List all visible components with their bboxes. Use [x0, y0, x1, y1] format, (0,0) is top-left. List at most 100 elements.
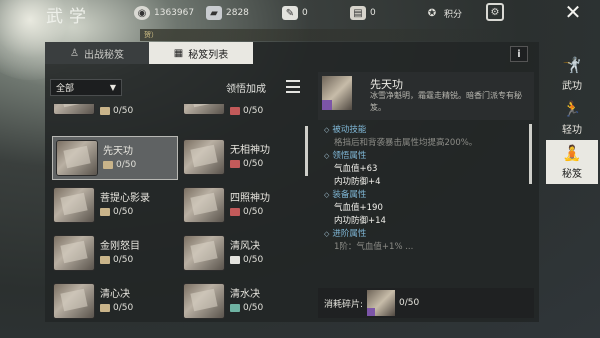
- manual-name: 菩提心影录: [100, 193, 150, 204]
- fragment-count: 0/50: [103, 160, 136, 170]
- list-view-icon[interactable]: [286, 80, 300, 93]
- stat-line: 内功防御+14: [334, 216, 386, 226]
- manual-thumbnail: [54, 188, 94, 222]
- fragment-icon: [230, 256, 240, 264]
- manual-thumbnail: [184, 188, 224, 222]
- manual-thumbnail: [184, 236, 224, 270]
- points-icon: ✪: [427, 7, 437, 19]
- diamond-icon: ◇: [324, 191, 330, 199]
- list-item[interactable]: 金刚怒目 0/50: [50, 232, 176, 276]
- section-title: ◇ 装备属性: [324, 190, 367, 200]
- list-item[interactable]: 0/50: [180, 104, 306, 120]
- close-icon[interactable]: ✕: [560, 0, 586, 24]
- tab-label: 出战秘笈: [83, 49, 124, 61]
- fragment-thumbnail: [367, 290, 396, 316]
- manual-name: 四照神功: [230, 193, 270, 204]
- fragment-count: 0/50: [230, 106, 263, 116]
- chevron-down-icon: ▼: [109, 83, 116, 92]
- lightness-skill-icon: 🏃: [562, 100, 582, 118]
- list-item[interactable]: 无相神功 0/50: [180, 136, 306, 180]
- manual-detail-panel: 先天功 冰雪净魁明，霜霆走精锐。暗香门派专有秘笈。 ◇ 被动技能 格挡后和背袭暴击…: [318, 72, 534, 320]
- fragment-count: 0/50: [100, 303, 133, 313]
- stat-line: 气血值+63: [334, 164, 378, 174]
- meditation-icon: 🧘: [562, 144, 582, 162]
- detail-scrollbar[interactable]: [529, 124, 532, 184]
- rarity-gem-icon: [322, 100, 332, 110]
- manual-thumbnail: [184, 104, 224, 114]
- fragment-count: 0/50: [100, 207, 150, 217]
- settings-icon[interactable]: ⚙: [486, 3, 504, 21]
- fragment-icon: [230, 160, 240, 168]
- manual-thumbnail: [322, 76, 352, 110]
- cost-label: 消耗碎片:: [324, 299, 364, 310]
- diamond-icon: ◇: [324, 230, 330, 238]
- section-title: ◇ 进阶属性: [324, 229, 367, 239]
- feather-value: 0: [302, 8, 308, 18]
- coin-value: 1363967: [154, 8, 195, 18]
- silver-value: 2828: [226, 8, 249, 18]
- silver-ingot-icon: ▰: [206, 6, 222, 20]
- side-nav-martial-arts[interactable]: 🤺 武功: [546, 52, 598, 96]
- list-item[interactable]: 清心决 0/50: [50, 280, 176, 320]
- manual-thumbnail: [57, 141, 97, 175]
- bonus-label: 领悟加成: [226, 84, 266, 95]
- side-nav-manuals[interactable]: 🧘 秘笈: [546, 140, 598, 184]
- filter-dropdown[interactable]: 全部 ▼: [50, 79, 122, 96]
- manual-name: 先天功: [103, 146, 133, 157]
- fragment-icon: [100, 208, 110, 216]
- detail-header: 先天功 冰雪净魁明，霜霆走精锐。暗香门派专有秘笈。: [318, 72, 534, 120]
- fragment-count: 0/50: [100, 106, 133, 116]
- list-scrollbar[interactable]: [305, 126, 308, 176]
- fragment-icon: [230, 208, 240, 216]
- fragment-icon: [100, 304, 110, 312]
- manual-thumbnail: [184, 284, 224, 318]
- info-button[interactable]: i: [510, 46, 528, 62]
- points-resource[interactable]: ✪ 积分: [424, 4, 462, 22]
- book-icon: ▦: [173, 47, 184, 59]
- list-item[interactable]: 先天功 0/50: [52, 136, 178, 180]
- tab-bar: ♙ 出战秘笈 ▦ 秘笈列表: [45, 42, 253, 64]
- feather-resource: ✎ 0: [282, 4, 308, 22]
- tab-manual-list[interactable]: ▦ 秘笈列表: [149, 42, 253, 64]
- detail-body: ◇ 被动技能 格挡后和背袭暴击属性均提高200%。 ◇ 领悟属性 气血值+63 内功…: [318, 124, 528, 288]
- list-item[interactable]: 0/50: [50, 104, 176, 120]
- manual-thumbnail: [54, 104, 94, 114]
- fragment-count: 0/50: [230, 303, 263, 313]
- side-nav-label: 轻功: [562, 125, 582, 136]
- tab-equipped-manuals[interactable]: ♙ 出战秘笈: [45, 42, 149, 64]
- points-label: 积分: [444, 9, 463, 20]
- filter-value: 全部: [56, 84, 75, 94]
- ticket-value: 0: [370, 8, 376, 18]
- meditation-icon: ♙: [70, 47, 79, 59]
- manual-name: 清水决: [230, 289, 260, 300]
- side-nav-lightness[interactable]: 🏃 轻功: [546, 96, 598, 140]
- manual-name: 无相神功: [230, 145, 270, 156]
- coin-resource: ◉ 1363967: [134, 4, 194, 22]
- fragment-count: 0/50: [100, 255, 140, 265]
- diamond-icon: ◇: [324, 126, 330, 134]
- list-item[interactable]: 菩提心影录 0/50: [50, 184, 176, 228]
- fragment-icon: [100, 107, 110, 115]
- manual-thumbnail: [54, 284, 94, 318]
- diamond-icon: ◇: [324, 152, 330, 160]
- cost-bar: 消耗碎片: 0/50: [318, 288, 534, 318]
- manual-name: 清风决: [230, 241, 260, 252]
- section-title: ◇ 被动技能: [324, 125, 367, 135]
- manual-thumbnail: [54, 236, 94, 270]
- ticket-resource: ▤ 0: [350, 4, 376, 22]
- list-item[interactable]: 清水决 0/50: [180, 280, 306, 320]
- tab-label: 秘笈列表: [188, 49, 229, 61]
- notice-text: 贺）: [144, 31, 158, 39]
- passive-text: 格挡后和背袭暴击属性均提高200%。: [334, 138, 478, 148]
- page-title: 武学: [46, 7, 92, 27]
- fragment-icon: [230, 107, 240, 115]
- manual-list: 0/50 0/50 先天功 0/50 无相神功 0/50 菩提心影录 0/50 …: [50, 104, 308, 320]
- manual-name: 金刚怒目: [100, 241, 140, 252]
- coin-icon: ◉: [134, 6, 150, 20]
- list-item[interactable]: 清风决 0/50: [180, 232, 306, 276]
- martial-arts-icon: 🤺: [562, 56, 582, 74]
- section-title: ◇ 领悟属性: [324, 151, 367, 161]
- stat-line: 气血值+190: [334, 203, 383, 213]
- cost-count: 0/50: [399, 298, 420, 308]
- list-item[interactable]: 四照神功 0/50: [180, 184, 306, 228]
